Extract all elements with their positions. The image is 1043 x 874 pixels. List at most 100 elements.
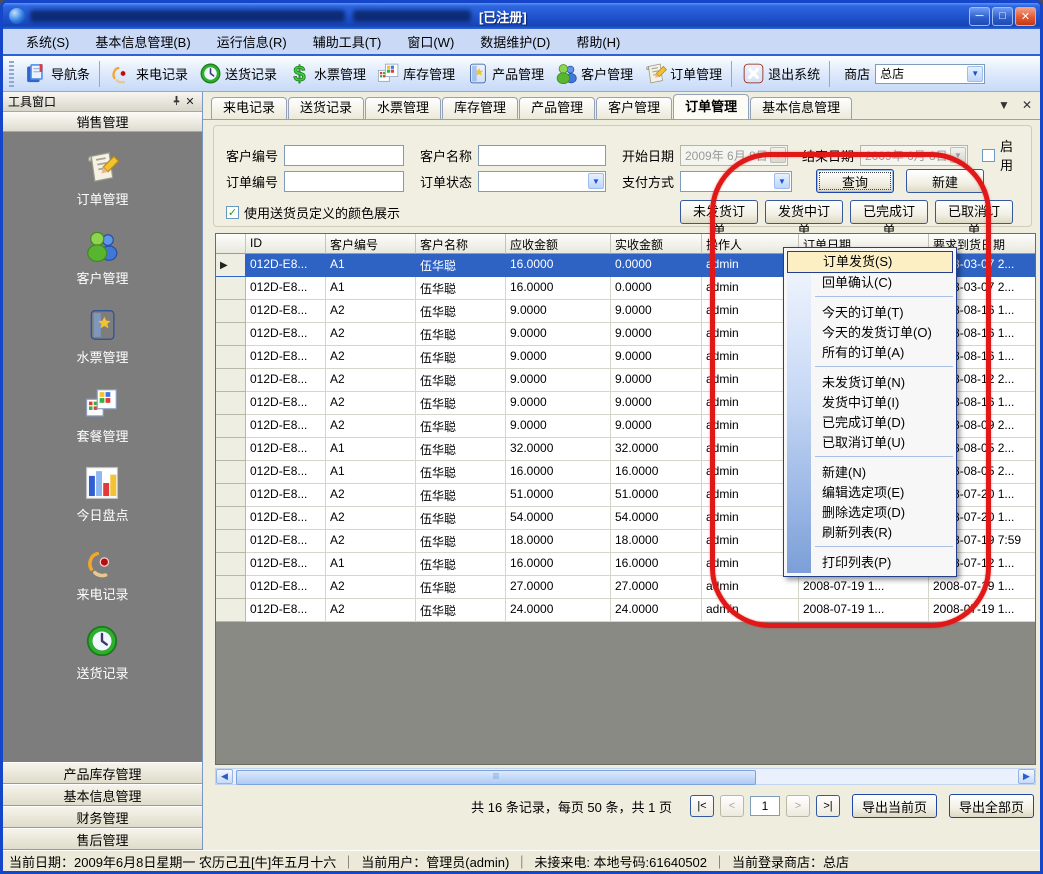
- toolbar-product-button[interactable]: 产品管理: [460, 59, 549, 88]
- menu-item[interactable]: 窗口(W): [394, 28, 467, 55]
- new-button[interactable]: 新建: [906, 169, 984, 193]
- context-menu-item[interactable]: 已取消订单(U): [811, 433, 953, 453]
- menu-item[interactable]: 辅助工具(T): [300, 28, 395, 55]
- context-menu-item[interactable]: 已完成订单(D): [811, 413, 953, 433]
- row-selector[interactable]: [216, 254, 246, 277]
- tab[interactable]: 来电记录: [211, 97, 287, 119]
- sidebar-item-customer[interactable]: 客户管理: [76, 227, 128, 287]
- header-id[interactable]: ID: [246, 234, 326, 254]
- prev-page-button[interactable]: <: [720, 795, 744, 817]
- header-customer-name[interactable]: 客户名称: [416, 234, 506, 254]
- row-selector[interactable]: [216, 392, 246, 415]
- toolbar-delivery-log-button[interactable]: 送货记录: [193, 59, 282, 88]
- context-menu-item[interactable]: 打印列表(P): [811, 553, 953, 573]
- row-selector[interactable]: [216, 576, 246, 599]
- row-selector[interactable]: [216, 599, 246, 622]
- toolbar-inventory-button[interactable]: 库存管理: [371, 59, 460, 88]
- row-selector[interactable]: [216, 369, 246, 392]
- enable-checkbox[interactable]: [982, 149, 995, 162]
- menu-item[interactable]: 帮助(H): [563, 28, 633, 55]
- context-menu-item[interactable]: 所有的订单(A): [811, 343, 953, 363]
- table-row[interactable]: 012D-E8... A2 伍华聪 27.0000 27.0000 admin …: [216, 576, 1035, 599]
- context-menu-item[interactable]: 今天的订单(T): [811, 303, 953, 323]
- page-number-input[interactable]: [750, 796, 780, 816]
- tabs-close-icon[interactable]: ✕: [1022, 98, 1032, 112]
- context-menu-item[interactable]: 发货中订单(I): [811, 393, 953, 413]
- chevron-down-icon[interactable]: ▼: [774, 173, 790, 189]
- context-menu-item[interactable]: 订单发货(S): [787, 251, 953, 273]
- chevron-down-icon[interactable]: ▼: [588, 173, 604, 189]
- row-selector[interactable]: [216, 530, 246, 553]
- row-selector[interactable]: [216, 277, 246, 300]
- toolbar-customer-button[interactable]: 客户管理: [549, 59, 638, 88]
- sidebar-item-water-ticket[interactable]: 水票管理: [76, 306, 128, 366]
- toolbar-call-log-button[interactable]: 来电记录: [104, 59, 193, 88]
- first-page-button[interactable]: |<: [690, 795, 714, 817]
- customer-name-input[interactable]: [478, 145, 606, 166]
- header-amount-due[interactable]: 应收金额: [506, 234, 611, 254]
- sidebar-item-delivery-log[interactable]: 送货记录: [76, 622, 128, 682]
- row-selector[interactable]: [216, 323, 246, 346]
- minimize-button[interactable]: ─: [969, 7, 990, 26]
- header-customer-code[interactable]: 客户编号: [326, 234, 416, 254]
- pin-icon[interactable]: [169, 95, 183, 109]
- filter-unshipped-button[interactable]: 未发货订单: [680, 200, 758, 224]
- context-menu-item[interactable]: [815, 366, 953, 373]
- row-selector[interactable]: [216, 438, 246, 461]
- context-menu-item[interactable]: 回单确认(C): [811, 273, 953, 293]
- menu-item[interactable]: 基本信息管理(B): [82, 28, 203, 55]
- scroll-right-icon[interactable]: ▶: [1018, 769, 1035, 784]
- row-selector[interactable]: [216, 415, 246, 438]
- export-all-pages-button[interactable]: 导出全部页: [949, 794, 1034, 818]
- sidebar-group-sales[interactable]: 销售管理: [3, 112, 202, 132]
- header-amount-paid[interactable]: 实收金额: [611, 234, 702, 254]
- sidebar-group-button[interactable]: 财务管理: [3, 806, 202, 828]
- menu-item[interactable]: 运行信息(R): [204, 28, 300, 55]
- toolbar-exit-button[interactable]: 退出系统: [736, 59, 825, 88]
- customer-code-input[interactable]: [284, 145, 404, 166]
- close-button[interactable]: ✕: [1015, 7, 1036, 26]
- context-menu-item[interactable]: 刷新列表(R): [811, 523, 953, 543]
- context-menu-item[interactable]: 今天的发货订单(O): [811, 323, 953, 343]
- horizontal-scrollbar[interactable]: ◀ ▶: [215, 768, 1036, 785]
- tab[interactable]: 库存管理: [442, 97, 518, 119]
- context-menu-item[interactable]: 新建(N): [811, 463, 953, 483]
- color-display-checkbox[interactable]: ✓: [226, 206, 239, 219]
- toolbar-grip[interactable]: [9, 61, 14, 87]
- sidebar-close-icon[interactable]: ✕: [183, 95, 197, 108]
- context-menu-item[interactable]: [815, 456, 953, 463]
- row-selector[interactable]: [216, 484, 246, 507]
- tab[interactable]: 水票管理: [365, 97, 441, 119]
- tab[interactable]: 客户管理: [596, 97, 672, 119]
- tab[interactable]: 送货记录: [288, 97, 364, 119]
- store-select[interactable]: 总店 ▼: [875, 64, 985, 84]
- sidebar-group-button[interactable]: 基本信息管理: [3, 784, 202, 806]
- sidebar-group-button[interactable]: 产品库存管理: [3, 762, 202, 784]
- context-menu-item[interactable]: 未发货订单(N): [811, 373, 953, 393]
- row-selector[interactable]: [216, 461, 246, 484]
- row-selector[interactable]: [216, 507, 246, 530]
- sidebar-item-today-check[interactable]: 今日盘点: [76, 464, 128, 524]
- row-selector[interactable]: [216, 346, 246, 369]
- start-date-picker[interactable]: 2009年 6月 8日 ▼: [680, 145, 788, 166]
- tab[interactable]: 产品管理: [519, 97, 595, 119]
- row-selector[interactable]: [216, 300, 246, 323]
- tab[interactable]: 订单管理: [673, 94, 749, 119]
- menu-item[interactable]: 数据维护(D): [467, 28, 563, 55]
- menu-item[interactable]: 系统(S): [13, 28, 82, 55]
- scrollbar-thumb[interactable]: [236, 770, 756, 785]
- sidebar-item-package[interactable]: 套餐管理: [76, 385, 128, 445]
- scroll-left-icon[interactable]: ◀: [216, 769, 233, 784]
- context-menu-item[interactable]: 编辑选定项(E): [811, 483, 953, 503]
- maximize-button[interactable]: □: [992, 7, 1013, 26]
- order-status-select[interactable]: ▼: [478, 171, 606, 192]
- order-code-input[interactable]: [284, 171, 404, 192]
- filter-shipping-button[interactable]: 发货中订单: [765, 200, 843, 224]
- context-menu-item[interactable]: [815, 546, 953, 553]
- context-menu-item[interactable]: [815, 296, 953, 303]
- table-row[interactable]: 012D-E8... A2 伍华聪 24.0000 24.0000 admin …: [216, 599, 1035, 622]
- query-button[interactable]: 查询: [816, 169, 894, 193]
- context-menu-item[interactable]: 删除选定项(D): [811, 503, 953, 523]
- sidebar-item-call-log[interactable]: 来电记录: [76, 543, 128, 603]
- chevron-down-icon[interactable]: ▼: [967, 66, 983, 82]
